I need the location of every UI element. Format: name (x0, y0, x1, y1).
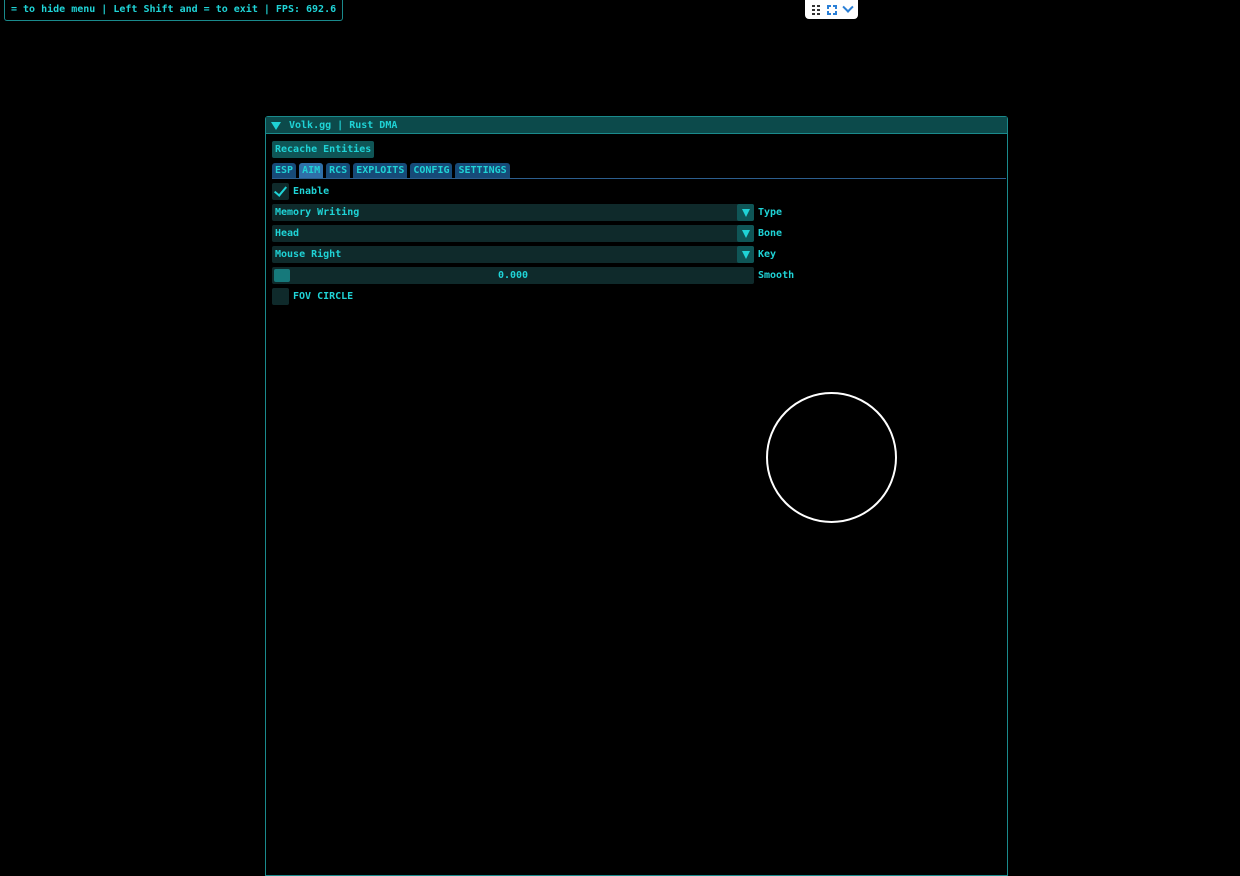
bone-row: Head Bone (272, 225, 782, 242)
tab-rcs[interactable]: RCS (326, 163, 351, 178)
enable-checkbox[interactable] (272, 183, 289, 200)
tab-separator (272, 178, 1006, 179)
bone-dropdown-arrow-icon[interactable] (737, 225, 754, 242)
smooth-row: 0.000 Smooth (272, 267, 794, 284)
recache-entities-button[interactable]: Recache Entities (272, 141, 375, 158)
bone-label: Bone (758, 228, 783, 239)
fov-circle-overlay (766, 392, 897, 523)
tab-bar: ESP AIM RCS EXPLOITS CONFIG SETTINGS (272, 163, 510, 178)
tab-config[interactable]: CONFIG (410, 163, 453, 178)
type-combo-value: Memory Writing (275, 207, 360, 218)
tab-aim[interactable]: AIM (299, 163, 324, 178)
fov-circle-label: FOV CIRCLE (293, 291, 354, 302)
fullscreen-icon[interactable] (826, 4, 837, 15)
key-row: Mouse Right Key (272, 246, 776, 263)
window-titlebar[interactable]: Volk.gg | Rust DMA (266, 117, 1007, 134)
status-bar: = to hide menu | Left Shift and = to exi… (4, 0, 344, 21)
tab-esp[interactable]: ESP (272, 163, 297, 178)
key-label: Key (758, 249, 777, 260)
type-combo[interactable]: Memory Writing (272, 204, 754, 221)
overlay-toolbar (805, 0, 858, 19)
smooth-slider-grab[interactable] (274, 269, 290, 282)
enable-row: Enable (272, 183, 329, 200)
fov-circle-checkbox[interactable] (272, 288, 289, 305)
window-title: Volk.gg | Rust DMA (289, 119, 398, 131)
type-row: Memory Writing Type (272, 204, 782, 221)
chevron-down-icon[interactable] (841, 1, 854, 13)
tab-settings[interactable]: SETTINGS (455, 163, 510, 178)
type-label: Type (758, 207, 783, 218)
smooth-label: Smooth (758, 270, 795, 281)
type-dropdown-arrow-icon[interactable] (737, 204, 754, 221)
enable-label: Enable (293, 186, 330, 197)
bone-combo[interactable]: Head (272, 225, 754, 242)
tab-exploits[interactable]: EXPLOITS (353, 163, 408, 178)
fov-circle-row: FOV CIRCLE (272, 288, 353, 305)
status-bar-text: = to hide menu | Left Shift and = to exi… (11, 4, 337, 15)
smooth-slider[interactable]: 0.000 (272, 267, 754, 284)
main-window: Volk.gg | Rust DMA Recache Entities ESP … (265, 116, 1008, 876)
bone-combo-value: Head (275, 228, 300, 239)
key-dropdown-arrow-icon[interactable] (737, 246, 754, 263)
collapse-arrow-icon[interactable] (271, 121, 281, 130)
key-combo[interactable]: Mouse Right (272, 246, 754, 263)
key-combo-value: Mouse Right (275, 249, 342, 260)
drag-grip-icon[interactable] (811, 5, 820, 15)
smooth-slider-value: 0.000 (497, 270, 529, 281)
